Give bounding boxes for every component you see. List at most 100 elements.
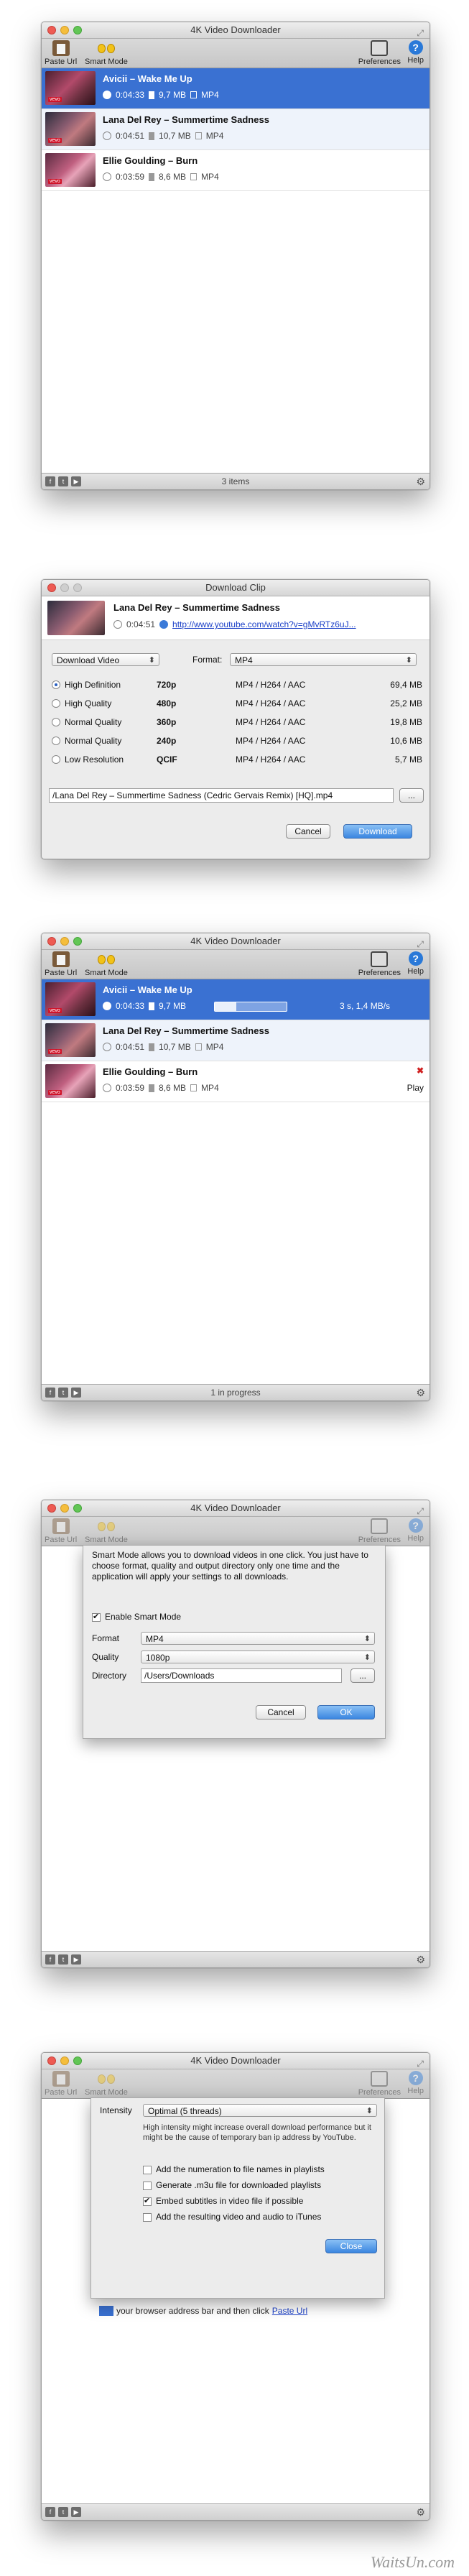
radio-unselected[interactable]	[52, 699, 60, 708]
clip-duration: 0:04:51	[126, 619, 156, 629]
zoom-window-button[interactable]	[73, 2056, 82, 2065]
zoom-window-button[interactable]	[73, 1504, 82, 1513]
checkbox-unchecked[interactable]	[143, 2165, 152, 2174]
twitter-icon[interactable]: t	[58, 1954, 68, 1965]
preferences-button[interactable]: Preferences	[358, 40, 401, 66]
output-path-field[interactable]: /Lana Del Rey – Summertime Sadness (Cedr…	[49, 788, 394, 803]
close-window-button[interactable]	[47, 2056, 56, 2065]
action-select[interactable]: Download Video	[52, 653, 159, 667]
quality-size: 19,8 MB	[390, 717, 422, 727]
remove-icon[interactable]: ✖	[417, 1066, 424, 1076]
title-bar: 4K Video Downloader ⤢	[42, 22, 429, 39]
checkbox-checked[interactable]	[143, 2196, 152, 2206]
help-button[interactable]: ? Help	[407, 951, 424, 976]
play-icon[interactable]	[103, 131, 111, 140]
traffic-lights	[47, 1504, 82, 1513]
gear-icon[interactable]: ⚙	[416, 1387, 425, 1399]
smart-mode-button[interactable]: Smart Mode	[85, 40, 128, 66]
intensity-select[interactable]: Optimal (5 threads)	[143, 2104, 377, 2118]
minimize-window-button[interactable]	[60, 26, 69, 34]
list-item[interactable]: vevo Lana Del Rey – Summertime Sadness 0…	[42, 1020, 429, 1061]
quality-name: Normal Quality	[65, 736, 122, 746]
checkbox-unchecked[interactable]	[143, 2212, 152, 2222]
radio-unselected[interactable]	[52, 737, 60, 745]
ok-button[interactable]: OK	[317, 1705, 375, 1719]
close-window-button[interactable]	[47, 1504, 56, 1513]
paste-url-button[interactable]: Paste Url	[45, 40, 77, 66]
file-size-icon	[149, 1043, 155, 1051]
zoom-window-button[interactable]	[73, 26, 82, 34]
item-meta: 0:04:51 10,7 MB MP4	[103, 131, 223, 141]
item-title: Avicii – Wake Me Up	[103, 984, 192, 995]
status-text: 1 in progress	[210, 1388, 261, 1398]
cancel-button[interactable]: Cancel	[256, 1705, 306, 1719]
close-window-button[interactable]	[47, 937, 56, 946]
quality-option[interactable]: High Quality 480p MP4 / H264 / AAC 25,2 …	[52, 695, 422, 712]
close-window-button[interactable]	[47, 583, 56, 592]
close-window-button[interactable]	[47, 26, 56, 34]
option-numeration[interactable]: Add the numeration to file names in play…	[143, 2164, 325, 2174]
radio-unselected[interactable]	[52, 755, 60, 764]
quality-name: High Quality	[65, 698, 112, 708]
radio-selected[interactable]	[52, 680, 60, 689]
quality-select[interactable]: 1080p	[141, 1651, 375, 1664]
list-item[interactable]: vevo Lana Del Rey – Summertime Sadness 0…	[42, 109, 429, 150]
list-item[interactable]: vevo Avicii – Wake Me Up 0:04:33 9,7 MB …	[42, 68, 429, 109]
item-meta: 0:03:59 8,6 MB MP4	[103, 172, 219, 182]
help-label: Help	[407, 56, 424, 65]
play-icon[interactable]	[103, 172, 111, 181]
help-button[interactable]: ? Help	[407, 40, 424, 65]
twitter-icon[interactable]: t	[58, 2507, 68, 2517]
paste-url-link[interactable]: Paste Url	[272, 2306, 307, 2316]
quality-option[interactable]: High Definition 720p MP4 / H264 / AAC 69…	[52, 676, 422, 693]
item-duration: 0:03:59	[116, 172, 145, 182]
window-title: 4K Video Downloader	[190, 24, 281, 35]
item-size: 8,6 MB	[159, 172, 187, 182]
minimize-window-button[interactable]	[60, 937, 69, 946]
browse-button[interactable]: ...	[350, 1668, 375, 1683]
facebook-icon[interactable]: f	[45, 2507, 55, 2517]
gear-icon[interactable]: ⚙	[416, 476, 425, 488]
quality-option[interactable]: Normal Quality 360p MP4 / H264 / AAC 19,…	[52, 714, 422, 731]
youtube-icon[interactable]: ▶	[71, 1954, 81, 1965]
option-label: Add the numeration to file names in play…	[156, 2164, 325, 2174]
quality-option[interactable]: Normal Quality 240p MP4 / H264 / AAC 10,…	[52, 732, 422, 749]
paste-url-button[interactable]: Paste Url	[45, 951, 77, 977]
facebook-icon[interactable]: f	[45, 1954, 55, 1965]
close-button[interactable]: Close	[325, 2239, 377, 2253]
option-subtitles[interactable]: Embed subtitles in video file if possibl…	[143, 2196, 303, 2206]
play-icon[interactable]	[103, 1084, 111, 1092]
browse-button[interactable]: ...	[399, 788, 424, 803]
quality-option[interactable]: Low Resolution QCIF MP4 / H264 / AAC 5,7…	[52, 751, 422, 768]
toolbar: Paste Url Smart Mode Preferences ? Help	[42, 950, 429, 979]
cancel-button[interactable]: Cancel	[286, 824, 330, 839]
option-m3u[interactable]: Generate .m3u file for downloaded playli…	[143, 2180, 321, 2190]
minimize-window-button[interactable]	[60, 2056, 69, 2065]
gear-icon[interactable]: ⚙	[416, 1954, 425, 1966]
play-icon[interactable]	[103, 91, 111, 99]
list-item[interactable]: vevo Ellie Goulding – Burn 0:03:59 8,6 M…	[42, 1061, 429, 1102]
download-button[interactable]: Download	[343, 824, 412, 839]
gear-icon[interactable]: ⚙	[416, 2506, 425, 2519]
play-icon[interactable]	[103, 1043, 111, 1051]
minimize-window-button[interactable]	[60, 1504, 69, 1513]
directory-field[interactable]: /Users/Downloads	[141, 1668, 342, 1683]
enable-smart-mode-checkbox[interactable]: Enable Smart Mode	[92, 1612, 181, 1622]
play-icon[interactable]	[113, 620, 122, 629]
zoom-window-button[interactable]	[73, 937, 82, 946]
list-item[interactable]: vevo Ellie Goulding – Burn 0:03:59 8,6 M…	[42, 150, 429, 191]
clip-url-link[interactable]: http://www.youtube.com/watch?v=gMvRTz6uJ…	[172, 619, 356, 629]
preferences-button[interactable]: Preferences	[358, 951, 401, 977]
pause-icon[interactable]	[103, 1002, 111, 1010]
youtube-icon[interactable]: ▶	[71, 2507, 81, 2517]
traffic-lights	[47, 937, 82, 946]
smart-mode-button[interactable]: Smart Mode	[85, 951, 128, 977]
format-select[interactable]: MP4	[141, 1632, 375, 1645]
play-link[interactable]: Play	[407, 1083, 424, 1093]
option-itunes[interactable]: Add the resulting video and audio to iTu…	[143, 2212, 321, 2222]
checkbox-unchecked[interactable]	[143, 2181, 152, 2190]
radio-unselected[interactable]	[52, 718, 60, 726]
format-select[interactable]: MP4	[230, 653, 417, 667]
list-item[interactable]: vevo Avicii – Wake Me Up 0:04:33 9,7 MB …	[42, 979, 429, 1020]
checkbox-checked[interactable]	[92, 1612, 101, 1622]
